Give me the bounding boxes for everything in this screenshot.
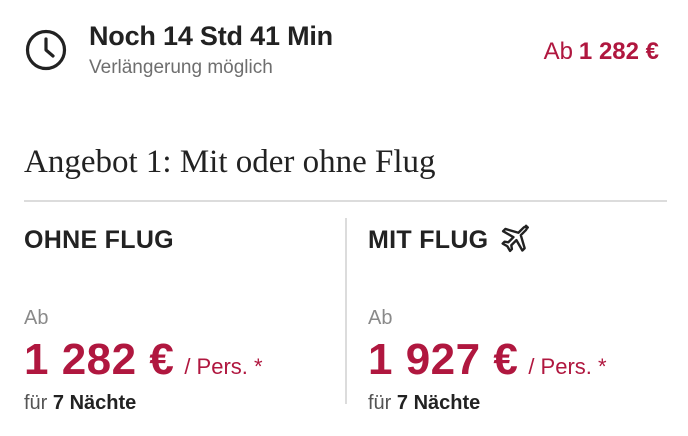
option-per-person: / Pers. *	[184, 354, 263, 379]
option-nights-prefix: für	[24, 392, 48, 414]
section-divider	[24, 200, 667, 202]
header-price-amount: 1 282 €	[578, 38, 659, 65]
countdown-title: Noch 14 Std 41 Min	[89, 21, 333, 51]
option-price-row: 1 282 € / Pers. *	[24, 333, 324, 387]
option-nights-value: 7 Nächte	[396, 392, 481, 414]
option-price: 1 927 €	[368, 335, 519, 384]
countdown-subtitle: Verlängerung möglich	[89, 57, 273, 78]
countdown-timer: Noch 14 Std 41 Min Verlängerung möglich	[24, 18, 333, 82]
clock-icon	[25, 29, 67, 71]
option-heading-label: OHNE FLUG	[24, 226, 174, 254]
header-from-price: Ab 1 282 €	[544, 34, 659, 70]
option-per-person: / Pers. *	[528, 354, 607, 379]
column-divider	[345, 218, 347, 404]
option-from-label: Ab	[24, 307, 49, 329]
option-from-label: Ab	[368, 307, 393, 329]
option-price-row: 1 927 € / Pers. *	[368, 333, 668, 387]
offer-option-with-flight[interactable]: MIT FLUG Ab 1 927 € / Pers. * für 7 Näch…	[368, 218, 668, 417]
offer-title: Angebot 1: Mit oder ohne Flug	[24, 144, 436, 180]
option-heading: MIT FLUG	[368, 218, 668, 262]
option-nights: für 7 Nächte	[24, 389, 324, 417]
header-price-prefix: Ab	[543, 38, 573, 65]
option-heading: OHNE FLUG	[24, 218, 324, 262]
option-heading-label: MIT FLUG	[368, 226, 489, 254]
airplane-icon	[501, 224, 530, 253]
countdown-text: Noch 14 Std 41 Min Verlängerung möglich	[89, 18, 333, 82]
option-nights-value: 7 Nächte	[52, 392, 137, 414]
option-nights-prefix: für	[368, 392, 392, 414]
offer-option-without-flight[interactable]: OHNE FLUG Ab 1 282 € / Pers. * für 7 Näc…	[24, 218, 324, 417]
option-nights: für 7 Nächte	[368, 389, 668, 417]
option-price: 1 282 €	[24, 335, 175, 384]
